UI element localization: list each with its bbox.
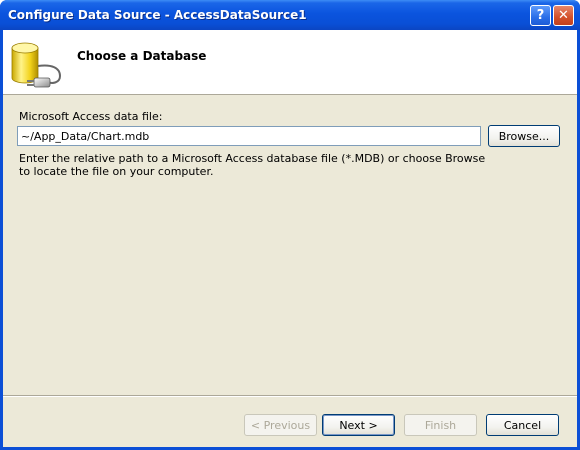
browse-button[interactable]: Browse... — [488, 125, 560, 147]
footer-divider — [3, 395, 577, 397]
wizard-header: Choose a Database — [3, 30, 577, 95]
close-icon: ✕ — [558, 8, 569, 23]
title-bar[interactable]: Configure Data Source - AccessDataSource… — [0, 0, 580, 30]
instructions-text: Enter the relative path to a Microsoft A… — [19, 152, 486, 178]
access-file-input[interactable] — [17, 126, 481, 146]
help-icon: ? — [536, 8, 545, 23]
finish-button[interactable]: Finish — [404, 414, 477, 436]
window-title: Configure Data Source - AccessDataSource… — [8, 8, 307, 22]
access-file-label: Microsoft Access data file: — [19, 110, 163, 123]
database-connector-icon — [11, 42, 62, 88]
close-button[interactable]: ✕ — [553, 5, 574, 26]
next-button[interactable]: Next > — [322, 414, 395, 436]
cancel-button[interactable]: Cancel — [486, 414, 559, 436]
page-title: Choose a Database — [77, 49, 207, 63]
dialog-client-area: Choose a Database Microsoft Access data … — [3, 30, 577, 447]
help-button[interactable]: ? — [530, 5, 551, 26]
dialog-window: Configure Data Source - AccessDataSource… — [0, 0, 580, 450]
previous-button[interactable]: < Previous — [244, 414, 317, 436]
